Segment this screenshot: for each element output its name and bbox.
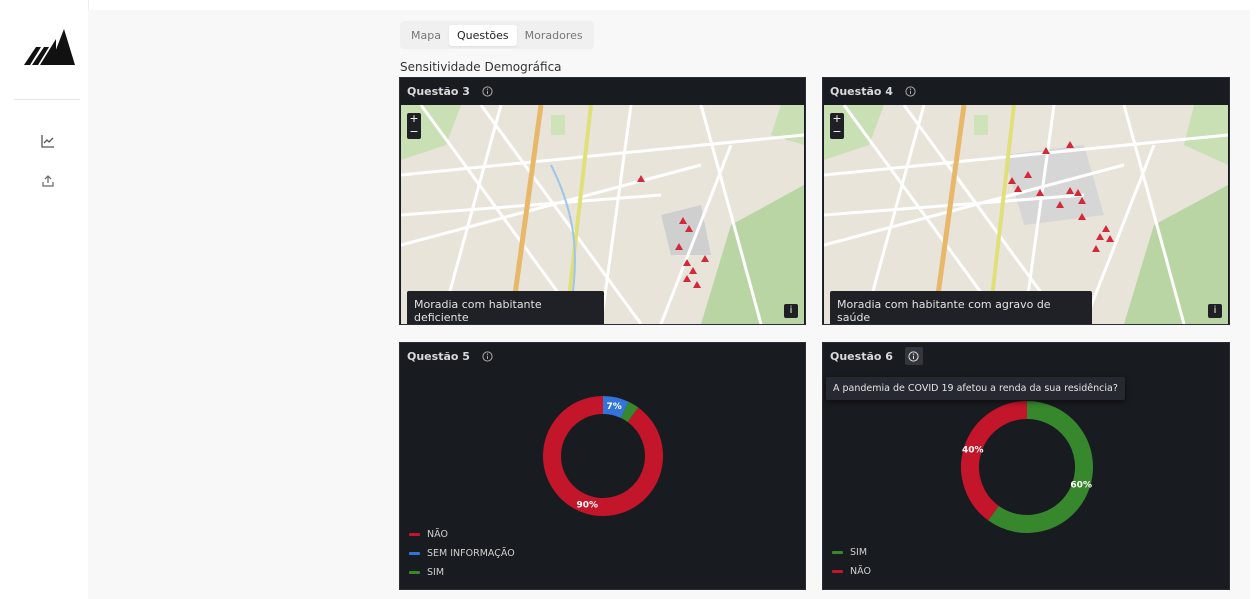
panel-questao-3: Questão 3 + − i Moradia com habitante de… xyxy=(399,77,806,325)
panel-title: Questão 4 xyxy=(830,84,893,98)
map-legend-label: Moradia com habitante deficiente xyxy=(414,298,542,324)
panel-title: Questão 3 xyxy=(407,84,470,98)
legend-label: NÃO xyxy=(427,529,448,540)
panel-header: Questão 4 xyxy=(823,78,1229,104)
view-tabs: Mapa Questões Moradores xyxy=(400,21,594,49)
legend-item[interactable]: NÃO xyxy=(409,525,515,544)
chart-legend: NÃO SEM INFORMAÇÃO SIM xyxy=(409,525,515,582)
chart-line-icon[interactable] xyxy=(38,131,58,151)
legend-item[interactable]: SIM xyxy=(832,543,871,562)
tab-questoes[interactable]: Questões xyxy=(448,24,517,46)
map-legend-toggle[interactable]: i xyxy=(784,304,798,318)
panel-questao-6: Questão 6 60% 40% A pandemia de COVID 19 … xyxy=(822,342,1230,590)
sidebar-divider xyxy=(14,99,80,100)
panel-questao-4: Questão 4 + − i Moradia com habitante co… xyxy=(822,77,1230,325)
upload-icon[interactable] xyxy=(38,171,58,191)
sidebar xyxy=(0,0,89,599)
panel-header: Questão 3 xyxy=(400,78,805,104)
legend-item[interactable]: SEM INFORMAÇÃO xyxy=(409,544,515,563)
app-logo xyxy=(24,29,75,65)
section-title: Sensitividade Demográfica xyxy=(400,60,562,74)
slice-data-label: 60% xyxy=(1070,481,1092,491)
zoom-controls: + − xyxy=(407,113,421,139)
zoom-out-button[interactable]: − xyxy=(407,126,421,139)
map-view[interactable]: + − i Moradia com habitante deficiente xyxy=(401,105,804,324)
donut-slice-n-o[interactable] xyxy=(543,396,663,516)
legend-label: NÃO xyxy=(850,566,871,577)
donut-slice-sim[interactable] xyxy=(988,401,1093,533)
panel-questao-5: Questão 5 90% 7% NÃO SEM INFORMAÇÃO SIM xyxy=(399,342,806,590)
slice-data-label: 90% xyxy=(576,501,598,511)
donut-slice-n-o[interactable] xyxy=(961,401,1028,521)
donut-slice-sim[interactable] xyxy=(620,401,639,423)
question-tooltip: A pandemia de COVID 19 afetou a renda da… xyxy=(826,377,1125,400)
slice-data-label: 7% xyxy=(606,402,621,412)
map-legend: Moradia com habitante deficiente xyxy=(407,291,604,324)
legend-label: SEM INFORMAÇÃO xyxy=(427,548,515,559)
map-legend-label: Moradia com habitante com agravo de saúd… xyxy=(837,298,1051,324)
legend-swatch xyxy=(409,571,420,574)
info-icon[interactable] xyxy=(905,85,917,97)
legend-swatch xyxy=(409,552,420,555)
legend-label: SIM xyxy=(850,547,868,558)
info-icon[interactable] xyxy=(482,85,494,97)
slice-data-label: 40% xyxy=(962,445,984,455)
legend-swatch xyxy=(832,551,843,554)
legend-label: SIM xyxy=(427,567,445,578)
legend-item[interactable]: NÃO xyxy=(832,562,871,581)
map-view[interactable]: + − i Moradia com habitante com agravo d… xyxy=(824,105,1228,324)
legend-swatch xyxy=(409,533,420,536)
legend-swatch xyxy=(832,570,843,573)
legend-item[interactable]: SIM xyxy=(409,563,515,582)
zoom-out-button[interactable]: − xyxy=(830,126,844,139)
tab-moradores[interactable]: Moradores xyxy=(517,25,591,46)
map-legend-toggle[interactable]: i xyxy=(1208,304,1222,318)
tab-mapa[interactable]: Mapa xyxy=(403,25,449,46)
map-legend: Moradia com habitante com agravo de saúd… xyxy=(830,291,1092,324)
zoom-controls: + − xyxy=(830,113,844,139)
chart-legend: SIM NÃO xyxy=(832,543,871,581)
